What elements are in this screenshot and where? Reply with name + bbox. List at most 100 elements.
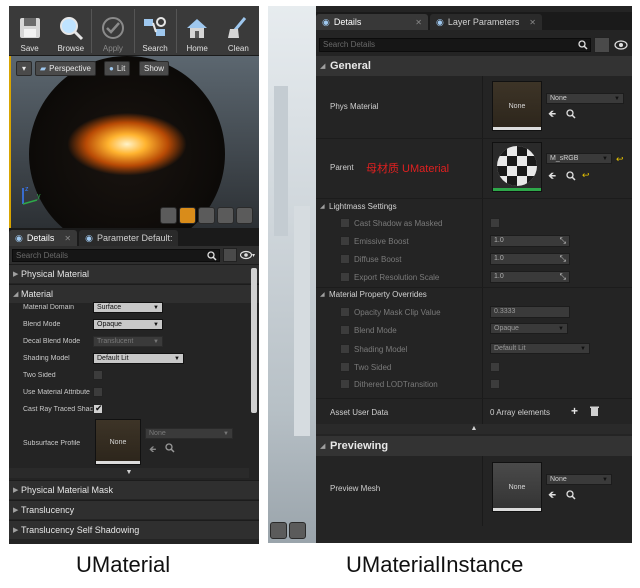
use-selected-arrow-icon[interactable]: 🡸 <box>548 107 556 124</box>
eye-icon[interactable] <box>613 39 629 51</box>
trash-icon[interactable] <box>590 406 599 416</box>
phys-material-dropdown[interactable]: None <box>546 93 624 104</box>
category-label: General <box>330 60 371 72</box>
preview-mesh-dropdown[interactable]: None <box>546 474 612 485</box>
shading-model-dropdown[interactable]: Default Lit <box>490 343 590 354</box>
two-sided-checkbox[interactable] <box>490 362 500 372</box>
details-scrollbar[interactable] <box>251 268 257 413</box>
cast-shadow-as-masked-checkbox[interactable] <box>490 218 500 228</box>
custom-mesh-preview-icon[interactable] <box>236 207 253 224</box>
sphere-preview-icon[interactable] <box>179 207 196 224</box>
cast-shadow-as-masked-override-checkbox[interactable] <box>340 218 350 228</box>
clean-button[interactable]: Clean <box>218 6 259 56</box>
blend-mode-dropdown[interactable]: Opaque <box>93 319 163 330</box>
parent-material-thumbnail[interactable] <box>492 142 542 192</box>
browse-to-asset-icon[interactable]: ↩ <box>616 154 624 165</box>
shading-model-label: Shading Model <box>354 345 408 354</box>
tab-parameter-defaults[interactable]: ◉ Parameter Default: <box>79 230 179 246</box>
phys-material-thumbnail[interactable]: None <box>492 81 542 131</box>
opacity-mask-clip-value-override-checkbox[interactable] <box>340 307 350 317</box>
category-physical-material-mask[interactable]: ▶ Physical Material Mask <box>9 480 259 499</box>
opacity-mask-clip-value-input[interactable]: 0.3333 <box>490 306 570 318</box>
category-physical-material[interactable]: ▶ Physical Material <box>9 264 259 283</box>
category-translucency-self-shadowing[interactable]: ▶ Translucency Self Shadowing <box>9 520 259 539</box>
dithered-lod-transition-override-checkbox[interactable] <box>340 379 350 389</box>
cast-ray-traced-shadows-checkbox[interactable] <box>93 403 103 414</box>
property-matrix-button[interactable] <box>594 37 610 53</box>
browse-button[interactable]: Browse <box>50 6 91 56</box>
preview-mesh-thumbnail[interactable]: None <box>492 462 542 512</box>
emissive-boost-input[interactable]: 1.0 <box>490 235 570 247</box>
diffuse-boost-override-checkbox[interactable] <box>340 254 350 264</box>
apply-button[interactable]: Apply <box>92 6 133 56</box>
home-button[interactable]: Home <box>177 6 218 56</box>
shading-model-override-checkbox[interactable] <box>340 344 350 354</box>
show-button[interactable]: Show <box>139 61 170 76</box>
cast-shadow-as-masked-label: Cast Shadow as Masked <box>354 219 443 228</box>
two-sided-override-checkbox[interactable] <box>340 362 350 372</box>
cube-preview-icon[interactable] <box>270 522 287 539</box>
cube-preview-icon[interactable] <box>217 207 234 224</box>
tab-layer-parameters[interactable]: ◉ Layer Parameters ✕ <box>430 14 542 30</box>
browse-search-icon[interactable] <box>566 171 576 181</box>
close-icon[interactable]: ✕ <box>415 18 422 27</box>
category-material[interactable]: ◢ Material <box>9 284 259 303</box>
cylinder-preview-icon[interactable] <box>160 207 177 224</box>
search-nodes-icon <box>144 17 167 36</box>
subcategory-material-property-overrides[interactable]: ◢ Material Property Overrides <box>320 290 427 299</box>
subsurface-profile-dropdown[interactable]: None <box>145 428 233 439</box>
dithered-lod-transition-checkbox[interactable] <box>490 379 500 389</box>
viewport-options-button[interactable]: ▾ <box>16 61 32 76</box>
use-selected-arrow-icon[interactable]: 🡸 <box>548 169 556 186</box>
material-preview-viewport[interactable]: ▾ ▰ Perspective ● Lit Show zy <box>9 56 259 228</box>
close-icon[interactable]: ✕ <box>529 18 536 27</box>
subsurface-profile-thumbnail[interactable]: None <box>95 419 141 465</box>
emissive-boost-override-checkbox[interactable] <box>340 236 350 246</box>
blend-mode-override-checkbox[interactable] <box>340 325 350 335</box>
blend-mode-dropdown[interactable]: Opaque <box>490 323 568 334</box>
category-general[interactable]: ◢ General <box>316 56 632 76</box>
export-resolution-scale-input[interactable]: 1.0 <box>490 271 570 283</box>
save-button[interactable]: Save <box>9 6 50 56</box>
export-resolution-scale-override-checkbox[interactable] <box>340 272 350 282</box>
collapse-advanced-arrow-icon[interactable]: ▲ <box>316 424 632 434</box>
parent-dropdown[interactable]: M_sRGB <box>546 153 612 164</box>
material-domain-dropdown[interactable]: Surface <box>93 302 163 313</box>
category-previewing[interactable]: ◢ Previewing <box>316 436 632 456</box>
tab-details[interactable]: ◉ Details ✕ <box>316 14 428 30</box>
browse-search-icon[interactable] <box>165 443 175 453</box>
diffuse-boost-input[interactable]: 1.0 <box>490 253 570 265</box>
plane-preview-icon[interactable] <box>198 207 215 224</box>
category-label: Material <box>21 289 54 299</box>
property-matrix-button[interactable] <box>223 248 237 262</box>
search-button[interactable]: Search <box>134 6 175 56</box>
eye-icon[interactable]: ▾ <box>240 249 256 261</box>
add-element-icon[interactable]: + <box>571 404 578 418</box>
preview-sphere <box>29 56 225 228</box>
two-sided-checkbox[interactable] <box>93 370 103 380</box>
browse-search-icon[interactable] <box>566 109 576 119</box>
search-input[interactable]: Search Details <box>12 248 220 262</box>
search-placeholder: Search Details <box>323 40 376 49</box>
lit-button[interactable]: ● Lit <box>104 61 131 76</box>
opacity-mask-clip-value-label: Opacity Mask Clip Value <box>354 308 441 317</box>
use-selected-arrow-icon[interactable]: 🡸 <box>149 442 156 458</box>
tab-details[interactable]: ◉ Details ✕ <box>9 230 78 246</box>
tab-parameter-defaults-label: Parameter Default: <box>96 233 173 243</box>
apply-check-icon <box>101 17 124 39</box>
perspective-button[interactable]: ▰ Perspective <box>35 61 96 76</box>
category-translucency[interactable]: ▶ Translucency <box>9 500 259 519</box>
show-label: Show <box>144 64 165 73</box>
search-input[interactable]: Search Details <box>319 38 591 52</box>
subcategory-lightmass-settings[interactable]: ◢ Lightmass Settings <box>320 202 397 211</box>
close-icon[interactable]: ✕ <box>64 234 71 243</box>
shading-model-dropdown[interactable]: Default Lit <box>93 353 184 364</box>
advanced-expand-arrow-icon[interactable]: ▼ <box>9 468 249 478</box>
thumbnail-text: None <box>508 102 526 110</box>
use-selected-arrow-icon[interactable]: 🡸 <box>548 488 556 505</box>
custom-mesh-preview-icon[interactable] <box>289 522 306 539</box>
reset-to-default-icon[interactable]: ↩ <box>582 170 590 181</box>
use-material-attributes-checkbox[interactable] <box>93 387 103 397</box>
browse-search-icon[interactable] <box>566 490 576 500</box>
decal-blend-mode-dropdown[interactable]: Translucent <box>93 336 163 347</box>
